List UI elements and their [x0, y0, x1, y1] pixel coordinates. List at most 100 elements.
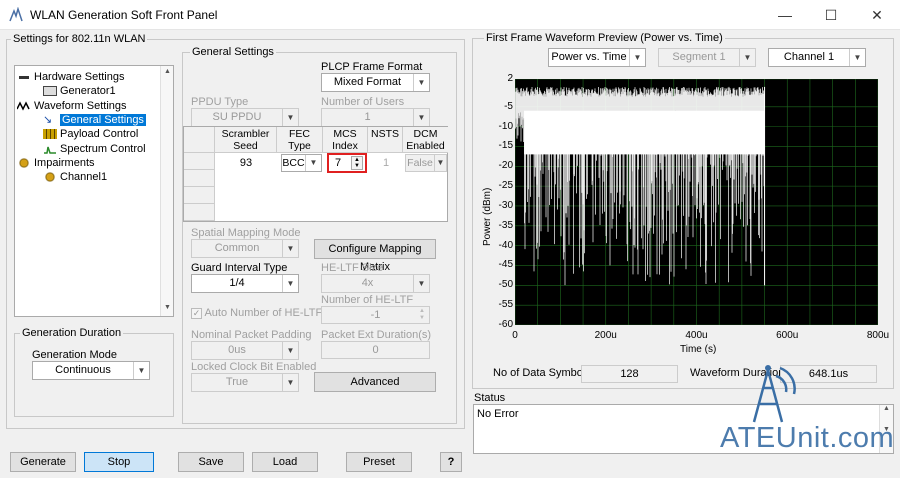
tree-item-spectrum[interactable]: Spectrum Control	[43, 142, 146, 156]
channel-icon	[43, 172, 57, 183]
tree-label-spectrum: Spectrum Control	[60, 143, 146, 155]
users-select[interactable]: 1 ▼	[321, 108, 430, 127]
chevron-down-icon: ▼	[849, 49, 865, 66]
data-symbols-field: 128	[581, 365, 678, 383]
fec-select[interactable]: BCC ▼	[281, 154, 322, 172]
stepper-arrows-icon[interactable]: ▲ ▼	[351, 156, 363, 170]
heltf-label: HE-LTF Size	[321, 262, 384, 274]
maximize-button[interactable]: ☐	[808, 0, 854, 30]
plcp-select[interactable]: Mixed Format ▼	[321, 73, 430, 92]
chevron-down-icon: ▼	[434, 155, 446, 171]
stop-button[interactable]: Stop	[84, 452, 154, 472]
scroll-up-icon[interactable]: ▲	[164, 68, 171, 75]
ext-field[interactable]: 0	[321, 341, 430, 359]
users-value: 1	[364, 111, 371, 123]
chevron-down-icon: ▼	[282, 374, 298, 391]
y-tick-label: -50	[498, 279, 513, 291]
header-mcs: MCS Index	[323, 127, 368, 153]
header-nsts: NSTS	[368, 127, 403, 153]
spectrum-icon	[44, 146, 56, 154]
watermark: ATEUnit.com	[720, 422, 895, 454]
tree-item-payload[interactable]: Payload Control	[43, 127, 138, 141]
tree-item-impairments[interactable]: Impairments	[17, 156, 95, 170]
window-title: WLAN Generation Soft Front Panel	[30, 8, 218, 22]
impairments-icon	[17, 158, 31, 169]
heltf-select[interactable]: 4x ▼	[321, 274, 430, 293]
scroll-down-icon[interactable]: ▼	[164, 304, 171, 311]
channel-select[interactable]: Channel 1 ▼	[768, 48, 866, 67]
configure-mapping-button[interactable]: Configure Mapping Matrix	[314, 239, 436, 273]
view-value: Power vs. Time	[551, 51, 627, 63]
locked-select[interactable]: True ▼	[191, 373, 299, 392]
tree-label-channel: Channel1	[60, 171, 108, 183]
y-tick-label: -10	[498, 120, 513, 132]
generation-mode-select[interactable]: Continuous ▼	[32, 361, 150, 380]
stepper-arrows-icon[interactable]: ▲ ▼	[416, 308, 428, 322]
x-axis-label: Time (s)	[680, 344, 717, 355]
save-button[interactable]: Save	[178, 452, 244, 472]
generate-button[interactable]: Generate	[10, 452, 76, 472]
generator-icon	[43, 86, 57, 97]
dcm-select[interactable]: False ▼	[405, 154, 447, 172]
tree-item-channel[interactable]: Channel1	[43, 170, 107, 184]
segment-select[interactable]: Segment 1 ▼	[658, 48, 756, 67]
auto-heltf-checkbox[interactable]: ✓ Auto Number of HE-LTF	[191, 307, 322, 319]
settings-group-label: Settings for 802.11n WLAN	[11, 33, 148, 45]
y-tick-label: -60	[498, 319, 513, 330]
preset-button[interactable]: Preset	[346, 452, 412, 472]
y-tick-label: -30	[498, 199, 513, 211]
header-fec: FEC Type	[277, 127, 323, 153]
power-chart	[515, 79, 878, 325]
view-select[interactable]: Power vs. Time ▼	[548, 48, 646, 67]
checkbox-checked-icon: ✓	[191, 307, 202, 319]
settings-tree: Hardware Settings Generator1 Waveform Se…	[14, 65, 174, 317]
tree-scrollbar[interactable]: ▲ ▼	[160, 66, 173, 316]
y-tick-label: -25	[498, 180, 513, 192]
guard-select[interactable]: 1/4 ▼	[191, 274, 299, 293]
tree-label-general: General Settings	[60, 114, 146, 126]
mcs-stepper[interactable]: 7 ▲ ▼	[327, 153, 367, 173]
tree-item-generator[interactable]: Generator1	[43, 84, 116, 98]
chevron-down-icon: ▼	[282, 240, 298, 257]
padding-select[interactable]: 0us ▼	[191, 341, 299, 360]
mcs-value: 7	[335, 157, 342, 169]
dcm-value: False	[407, 157, 433, 169]
help-button[interactable]: ?	[440, 452, 462, 472]
load-button[interactable]: Load	[252, 452, 318, 472]
locked-value: True	[225, 376, 249, 388]
advanced-button[interactable]: Advanced	[314, 372, 436, 392]
chevron-down-icon: ▼	[133, 362, 149, 379]
minimize-button[interactable]: —	[762, 0, 808, 30]
chevron-down-icon: ▼	[282, 109, 298, 126]
tree-label-generator: Generator1	[60, 85, 116, 97]
num-heltf-field[interactable]: -1 ▲ ▼	[321, 306, 430, 324]
x-tick-label: 800u	[866, 330, 890, 341]
tree-item-general[interactable]: ↘ General Settings	[43, 113, 146, 127]
seed-field[interactable]: 93	[220, 155, 272, 171]
users-label: Number of Users	[321, 96, 405, 108]
spatial-select[interactable]: Common ▼	[191, 239, 299, 258]
duration-group-label: Generation Duration	[20, 327, 124, 339]
ppdu-select[interactable]: SU PPDU ▼	[191, 108, 299, 127]
close-button[interactable]: ✕	[854, 0, 900, 30]
generation-mode-label: Generation Mode	[32, 349, 117, 361]
tree-item-hardware[interactable]: Hardware Settings	[17, 70, 125, 84]
auto-heltf-label: Auto Number of HE-LTF	[204, 307, 323, 319]
nsts-field[interactable]: 1	[372, 155, 400, 171]
header-scrambler: Scrambler Seed	[215, 127, 277, 153]
guard-label: Guard Interval Type	[191, 262, 288, 274]
app-icon	[9, 7, 23, 22]
status-label: Status	[474, 392, 506, 404]
num-heltf-value: -1	[370, 309, 381, 321]
ppdu-value: SU PPDU	[212, 111, 262, 123]
tree-label-hardware: Hardware Settings	[34, 71, 125, 83]
waveform-icon	[17, 101, 30, 111]
table-corner	[184, 127, 215, 153]
heltf-value: 4x	[361, 277, 374, 289]
chevron-down-icon: ▼	[305, 155, 321, 171]
data-symbols-label: No of Data Symbols	[493, 367, 591, 379]
y-tick-label: 2	[507, 73, 513, 84]
user-config-table: Scrambler Seed FEC Type MCS Index NSTS D…	[183, 126, 448, 222]
tree-item-waveform[interactable]: Waveform Settings	[17, 99, 127, 113]
y-axis-label: Power (dBm)	[482, 187, 493, 246]
